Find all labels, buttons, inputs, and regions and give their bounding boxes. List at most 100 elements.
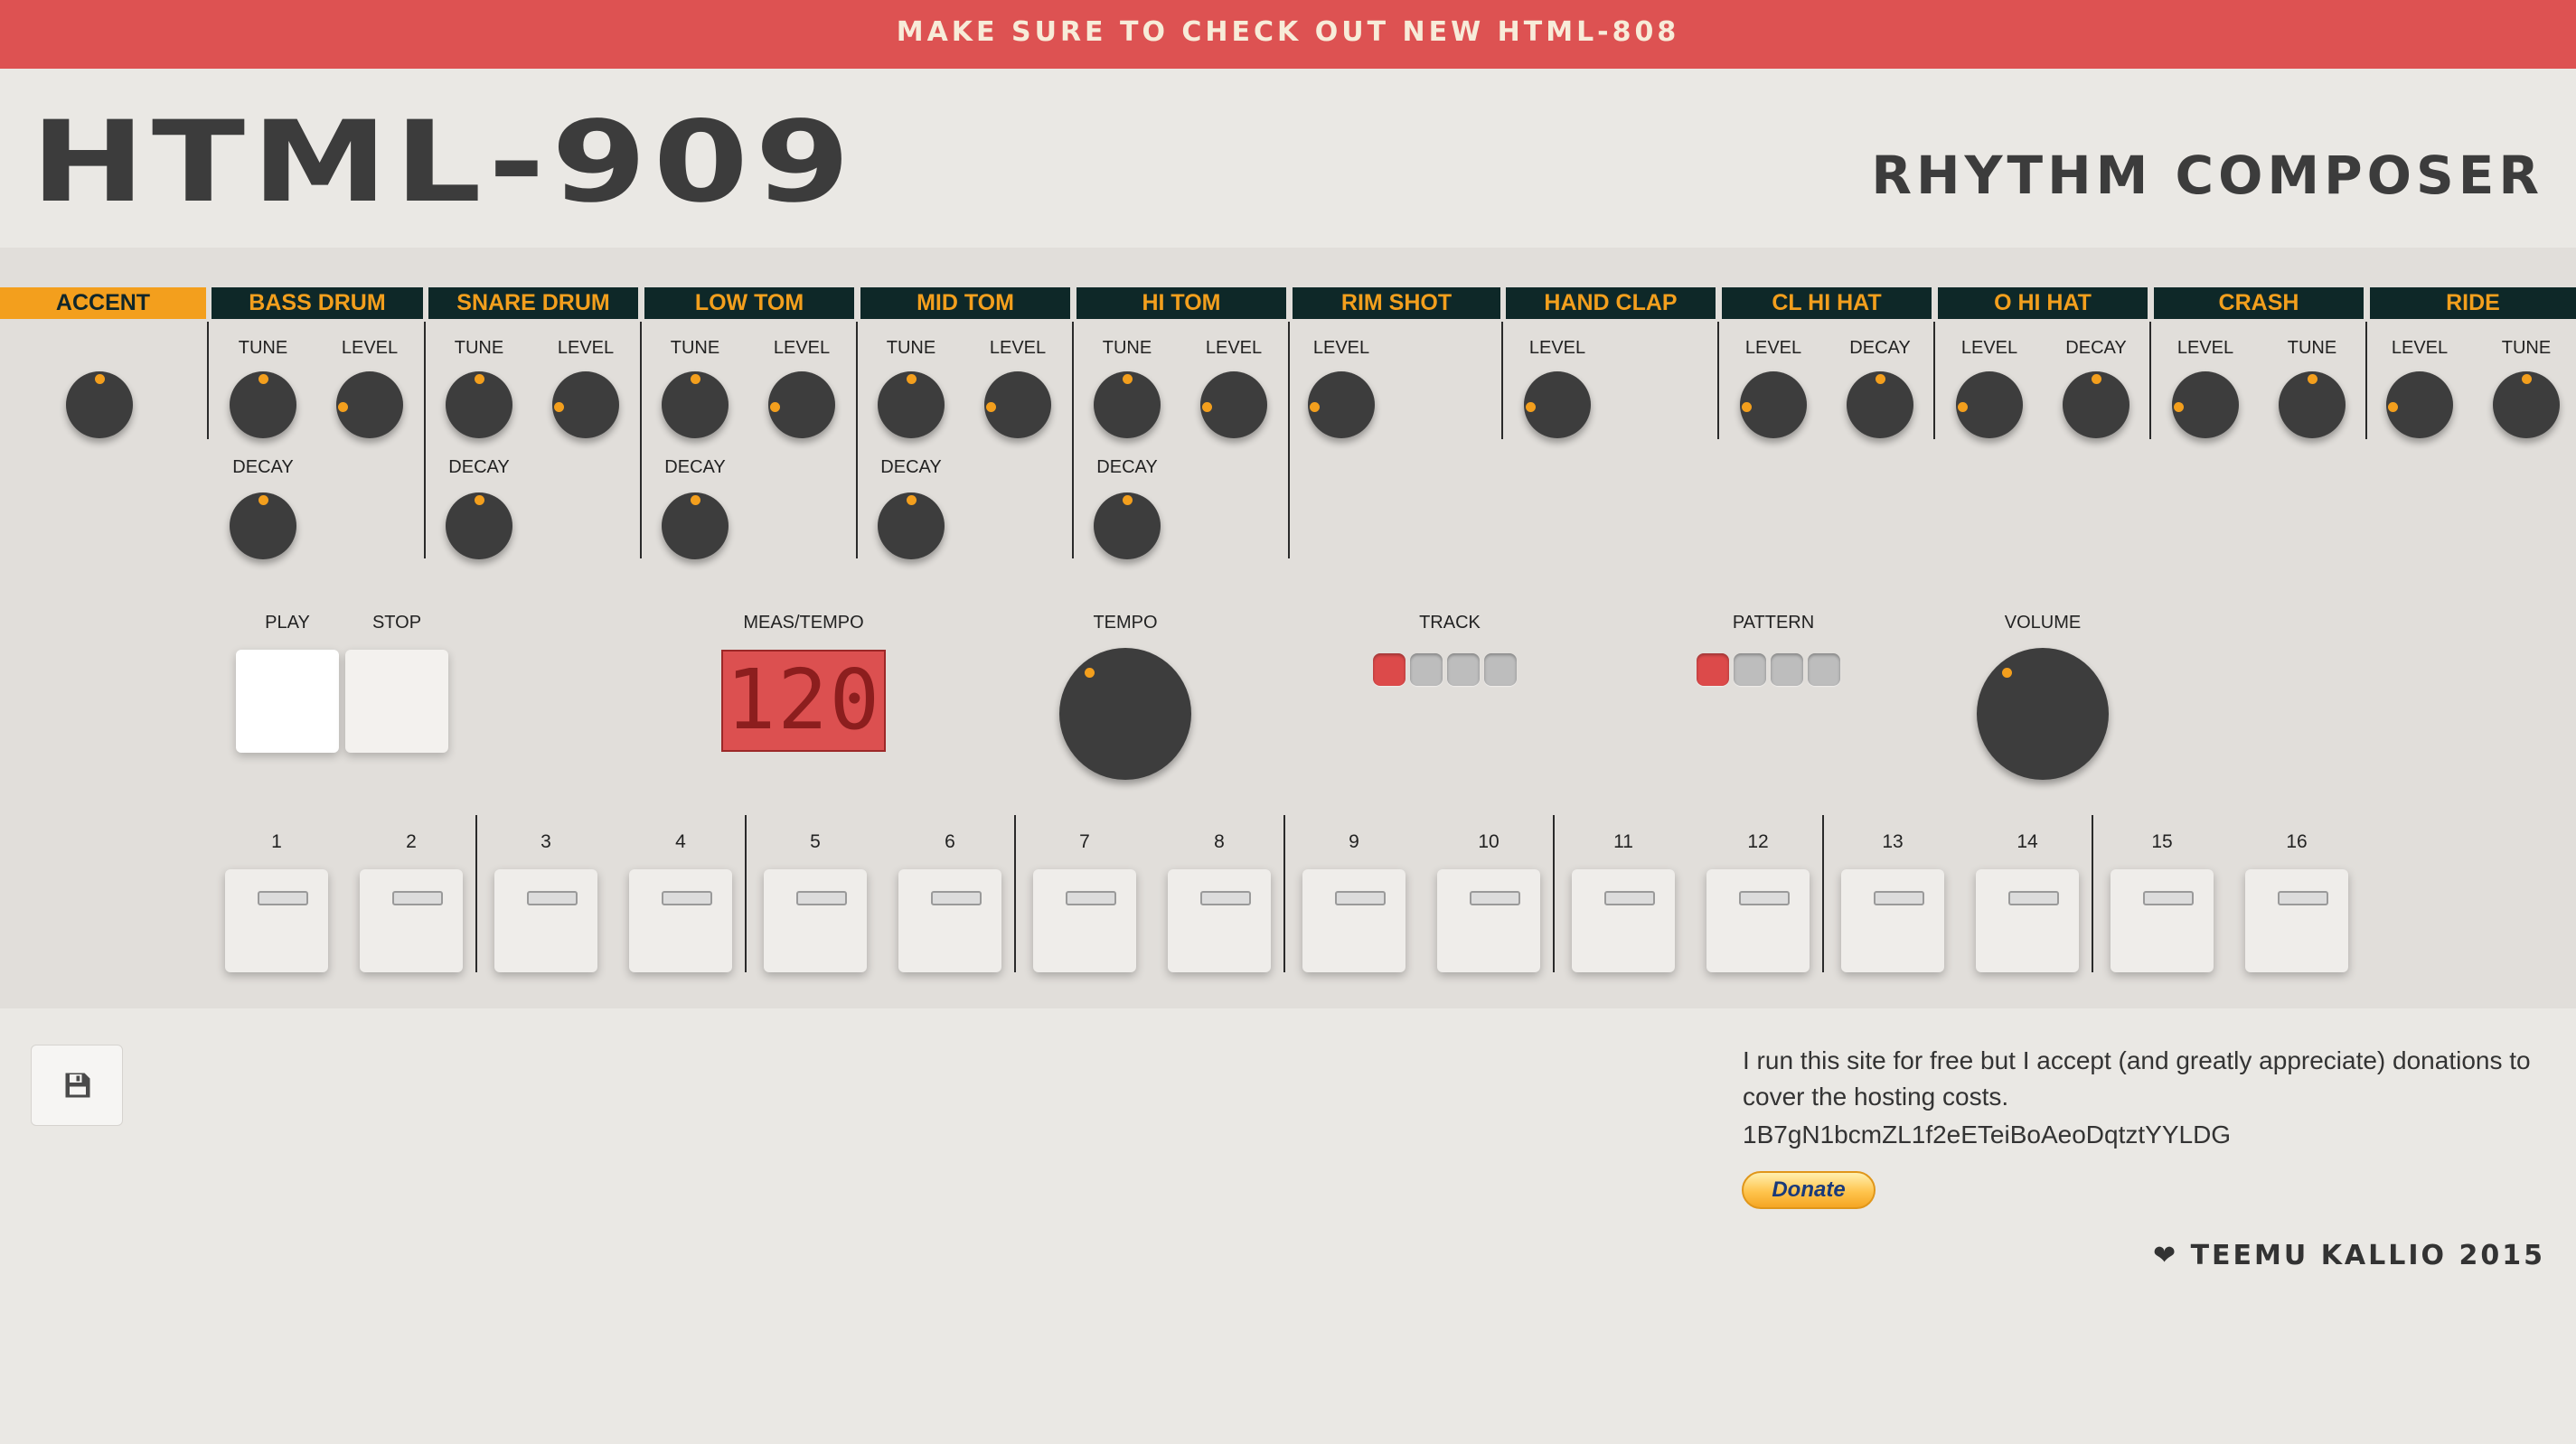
mid-tom-decay-knob[interactable] <box>878 492 945 559</box>
step-group-divider <box>745 815 747 972</box>
volume-knob[interactable] <box>1977 648 2109 780</box>
step-button-12[interactable] <box>1706 869 1810 972</box>
channel-header-bass-drum: BASS DRUM <box>212 287 423 319</box>
o-hi-hat-level-knob[interactable] <box>1956 371 2023 438</box>
step-button-16[interactable] <box>2245 869 2348 972</box>
tempo-knob[interactable] <box>1059 648 1191 780</box>
donation-message: I run this site for free but I accept (a… <box>1743 1046 2531 1111</box>
step-number: 15 <box>2151 831 2173 852</box>
step-button-4[interactable] <box>629 869 732 972</box>
app-subtitle: RHYTHM COMPOSER <box>1871 145 2543 206</box>
step-group-divider <box>1822 815 1824 972</box>
step-button-9[interactable] <box>1302 869 1406 972</box>
step-button-10[interactable] <box>1437 869 1540 972</box>
step-button-15[interactable] <box>2111 869 2214 972</box>
ride-level-knob[interactable] <box>2386 371 2453 438</box>
channel-header-ride: RIDE <box>2370 287 2576 319</box>
play-button[interactable] <box>236 650 339 753</box>
knob-label-bass-drum-decay: DECAY <box>232 457 294 477</box>
tempo-display: 120 <box>721 650 886 752</box>
step-group-divider <box>1283 815 1285 972</box>
step-number: 1 <box>271 831 282 852</box>
crash-tune-knob[interactable] <box>2279 371 2346 438</box>
low-tom-level-knob[interactable] <box>768 371 835 438</box>
save-button[interactable] <box>31 1045 123 1126</box>
knob-label-low-tom-decay: DECAY <box>664 457 726 477</box>
accent-knob[interactable] <box>66 371 133 438</box>
step-indicator <box>2143 891 2194 905</box>
low-tom-decay-knob[interactable] <box>662 492 729 559</box>
pattern-led-3[interactable] <box>1771 653 1803 686</box>
track-led-2[interactable] <box>1410 653 1443 686</box>
step-number: 13 <box>1882 831 1904 852</box>
step-button-8[interactable] <box>1168 869 1271 972</box>
crash-level-knob[interactable] <box>2172 371 2239 438</box>
step-number: 7 <box>1079 831 1090 852</box>
step-number: 3 <box>541 831 551 852</box>
step-button-6[interactable] <box>898 869 1001 972</box>
step-indicator <box>258 891 308 905</box>
channel-header-cl-hi-hat: CL HI HAT <box>1722 287 1932 319</box>
hi-tom-tune-knob[interactable] <box>1094 371 1161 438</box>
hi-tom-level-knob[interactable] <box>1200 371 1267 438</box>
knob-label-ride-tune: TUNE <box>2501 338 2552 358</box>
knob-label-hand-clap-level: LEVEL <box>1528 338 1586 358</box>
track-led-3[interactable] <box>1447 653 1480 686</box>
knob-label-mid-tom-level: LEVEL <box>989 338 1047 358</box>
ride-tune-knob[interactable] <box>2493 371 2560 438</box>
step-button-11[interactable] <box>1572 869 1675 972</box>
step-button-7[interactable] <box>1033 869 1136 972</box>
app-logo: HTML-909 <box>31 98 857 228</box>
step-indicator <box>392 891 443 905</box>
hi-tom-decay-knob[interactable] <box>1094 492 1161 559</box>
step-button-5[interactable] <box>764 869 867 972</box>
hand-clap-level-knob[interactable] <box>1524 371 1591 438</box>
meas-tempo-label: MEAS/TEMPO <box>743 613 864 633</box>
step-button-1[interactable] <box>225 869 328 972</box>
author-credit[interactable]: ❤ TEEMU KALLIO 2015 <box>2153 1238 2545 1274</box>
mid-tom-tune-knob[interactable] <box>878 371 945 438</box>
pattern-led-1[interactable] <box>1697 653 1729 686</box>
step-number: 2 <box>406 831 417 852</box>
step-group-divider <box>475 815 477 972</box>
channel-header-hi-tom: HI TOM <box>1076 287 1286 319</box>
knob-label-snare-drum-decay: DECAY <box>448 457 510 477</box>
snare-drum-level-knob[interactable] <box>552 371 619 438</box>
step-indicator <box>1200 891 1251 905</box>
o-hi-hat-decay-knob[interactable] <box>2063 371 2129 438</box>
knob-label-rim-shot-level: LEVEL <box>1312 338 1370 358</box>
track-led-1[interactable] <box>1373 653 1406 686</box>
step-button-2[interactable] <box>360 869 463 972</box>
track-led-4[interactable] <box>1484 653 1517 686</box>
step-button-13[interactable] <box>1841 869 1944 972</box>
step-button-14[interactable] <box>1976 869 2079 972</box>
step-number: 9 <box>1349 831 1359 852</box>
step-indicator <box>2278 891 2328 905</box>
snare-drum-decay-knob[interactable] <box>446 492 512 559</box>
low-tom-tune-knob[interactable] <box>662 371 729 438</box>
step-button-3[interactable] <box>494 869 597 972</box>
cl-hi-hat-level-knob[interactable] <box>1740 371 1807 438</box>
mid-tom-level-knob[interactable] <box>984 371 1051 438</box>
knob-label-hi-tom-decay: DECAY <box>1096 457 1158 477</box>
stop-button[interactable] <box>345 650 448 753</box>
pattern-led-4[interactable] <box>1808 653 1840 686</box>
rim-shot-level-knob[interactable] <box>1308 371 1375 438</box>
announcement-banner[interactable]: MAKE SURE TO CHECK OUT NEW HTML-808 <box>0 0 2576 69</box>
channel-header-mid-tom: MID TOM <box>860 287 1070 319</box>
channel-header-accent: ACCENT <box>0 287 206 319</box>
cl-hi-hat-decay-knob[interactable] <box>1847 371 1913 438</box>
step-number: 14 <box>2017 831 2038 852</box>
step-indicator <box>1874 891 1924 905</box>
snare-drum-tune-knob[interactable] <box>446 371 512 438</box>
step-group-divider <box>1553 815 1555 972</box>
step-number: 5 <box>810 831 821 852</box>
pattern-led-2[interactable] <box>1734 653 1766 686</box>
donate-button[interactable]: Donate <box>1742 1171 1876 1209</box>
bitcoin-address: 1B7gN1bcmZL1f2eETeiBoAeoDqtztYYLDG <box>1743 1121 2232 1149</box>
channel-header-hand-clap: HAND CLAP <box>1506 287 1716 319</box>
bass-drum-decay-knob[interactable] <box>230 492 296 559</box>
stop-label: STOP <box>371 613 422 633</box>
bass-drum-level-knob[interactable] <box>336 371 403 438</box>
bass-drum-tune-knob[interactable] <box>230 371 296 438</box>
